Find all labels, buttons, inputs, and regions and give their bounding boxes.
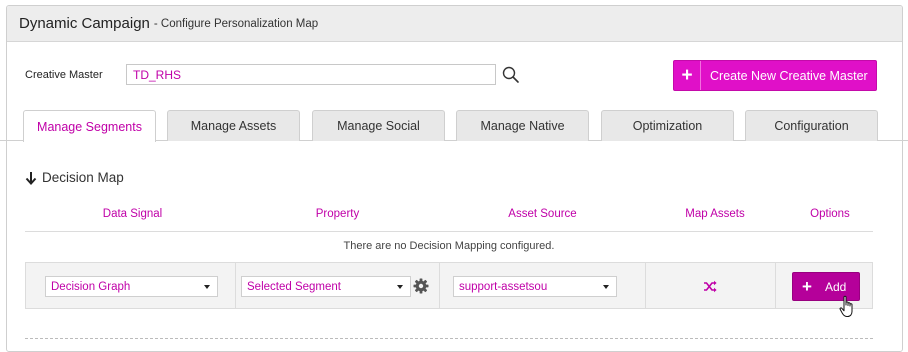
divider — [25, 231, 873, 232]
plus-icon: + — [674, 61, 701, 90]
tab-configuration[interactable]: Configuration — [745, 110, 878, 141]
table-row: Decision Graph Selected Segment support-… — [25, 263, 873, 309]
tab-optimization[interactable]: Optimization — [601, 110, 734, 141]
cell-divider — [25, 263, 26, 309]
creative-master-input[interactable] — [126, 64, 496, 85]
gear-icon[interactable] — [413, 278, 429, 294]
section-divider — [25, 338, 873, 339]
data-signal-value: Decision Graph — [51, 280, 131, 293]
decision-map-header: Data Signal Property Asset Source Map As… — [25, 208, 873, 232]
decision-map-title: Decision Map — [42, 170, 124, 185]
column-asset-source: Asset Source — [508, 208, 577, 220]
decision-map-heading[interactable]: Decision Map — [25, 170, 124, 185]
property-select[interactable]: Selected Segment — [241, 276, 411, 297]
tab-manage-native[interactable]: Manage Native — [456, 110, 589, 141]
column-map-assets: Map Assets — [685, 208, 745, 220]
page-title: Dynamic Campaign — [19, 15, 150, 32]
plus-icon: + — [802, 276, 812, 296]
cell-divider — [872, 263, 873, 309]
caret-down-icon — [397, 285, 403, 289]
page-subtitle: - Configure Personalization Map — [153, 17, 319, 30]
tab-bar: Manage Segments Manage Assets Manage Soc… — [0, 110, 908, 142]
cell-divider — [439, 263, 440, 309]
asset-source-value: support-assetsou — [459, 280, 548, 293]
cell-divider — [775, 263, 776, 309]
tab-manage-social[interactable]: Manage Social — [312, 110, 445, 141]
arrow-down-icon — [25, 171, 37, 185]
tab-manage-assets[interactable]: Manage Assets — [167, 110, 300, 141]
cell-divider — [645, 263, 646, 309]
column-property: Property — [315, 208, 360, 220]
create-new-creative-master-button[interactable]: + Create New Creative Master — [673, 60, 877, 91]
creative-master-label: Creative Master — [25, 69, 103, 81]
empty-message: There are no Decision Mapping configured… — [343, 240, 555, 252]
hand-cursor-icon — [839, 295, 853, 317]
asset-source-select[interactable]: support-assetsou — [453, 276, 617, 297]
create-button-label: Create New Creative Master — [710, 68, 868, 83]
property-value: Selected Segment — [247, 280, 341, 293]
data-signal-select[interactable]: Decision Graph — [45, 276, 218, 297]
column-options: Options — [810, 208, 850, 220]
column-data-signal: Data Signal — [102, 208, 163, 220]
caret-down-icon — [603, 285, 609, 289]
creative-master-row: Creative Master + Create New Creative Ma… — [0, 60, 908, 92]
caret-down-icon — [204, 285, 210, 289]
search-icon[interactable] — [501, 65, 521, 85]
tab-manage-segments[interactable]: Manage Segments — [23, 110, 156, 142]
panel-header: Dynamic Campaign - Configure Personaliza… — [7, 6, 902, 42]
cell-divider — [235, 263, 236, 309]
shuffle-icon[interactable] — [703, 280, 717, 293]
add-button-label: Add — [825, 279, 847, 294]
